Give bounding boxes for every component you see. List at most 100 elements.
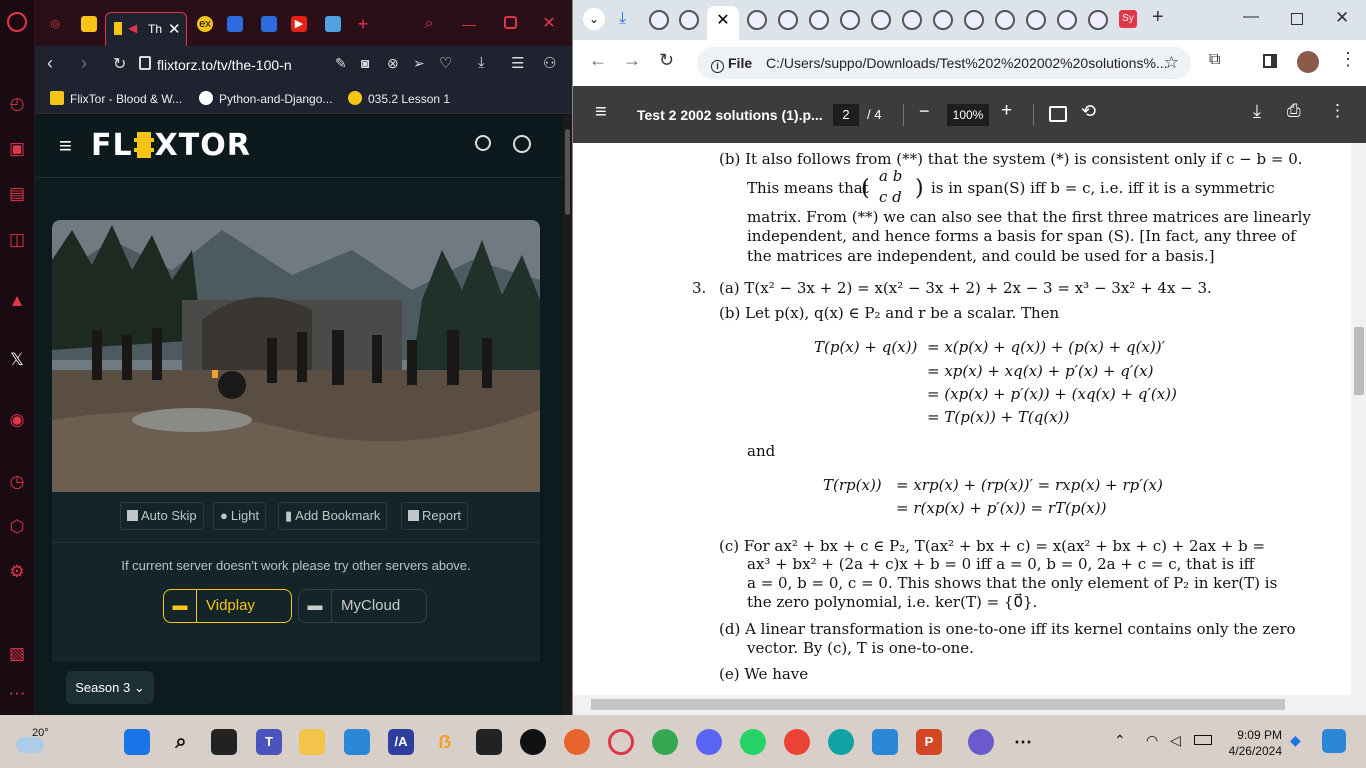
reload-icon[interactable]: ↻ [659, 50, 674, 71]
auto-skip-toggle[interactable]: Auto Skip [120, 502, 204, 530]
settings-icon[interactable]: ⚙ [5, 560, 29, 584]
github-desktop-icon[interactable] [520, 729, 546, 755]
powerpoint-icon[interactable]: P [916, 729, 942, 755]
speed-dial-icon[interactable]: ◴ [5, 92, 29, 116]
tab-search-icon[interactable]: ⌕ [421, 16, 437, 32]
tab-search-icon[interactable]: ⌄ [583, 8, 605, 30]
opera-active-tab[interactable]: ◀ Th ✕ [105, 12, 187, 46]
star-icon[interactable]: ☆ [1164, 47, 1179, 79]
volume-icon[interactable]: ◁ [1170, 732, 1181, 749]
tab-icon[interactable] [1088, 10, 1108, 30]
zoom-favicon-icon-2[interactable] [261, 16, 277, 32]
x-twitter-icon[interactable]: 𝕏 [5, 348, 29, 372]
pdf-vertical-scrollbar[interactable] [1351, 143, 1366, 695]
back-icon[interactable]: ‹ [47, 53, 53, 74]
gallery-icon[interactable]: ▧ [5, 642, 29, 666]
close-tab-icon[interactable]: ✕ [716, 12, 729, 29]
page-number-input[interactable]: 2 [833, 104, 859, 126]
tab-icon[interactable] [649, 10, 669, 30]
easy-setup-icon[interactable]: ☰ [511, 54, 524, 72]
heart-icon[interactable]: ♡ [439, 54, 452, 72]
opera-logo-icon[interactable] [7, 12, 27, 32]
camera-icon[interactable]: ◙ [361, 55, 369, 71]
menu-icon[interactable]: ≡ [59, 133, 72, 159]
teams-icon[interactable]: T [256, 729, 282, 755]
close-window-icon[interactable]: ✕ [1335, 8, 1349, 28]
aria-icon[interactable]: ◫ [5, 228, 29, 252]
weather-widget[interactable]: 20° [14, 727, 50, 755]
chrome-profile-icon[interactable] [784, 729, 810, 755]
ex-favicon-icon[interactable]: ex [197, 16, 213, 32]
clock[interactable]: 9:09 PM 4/26/2024 [1222, 727, 1282, 759]
zoom-favicon-icon[interactable] [227, 16, 243, 32]
file-explorer-icon[interactable] [299, 729, 325, 755]
close-window-icon[interactable]: ✕ [541, 16, 557, 32]
insider-build-icon[interactable] [1322, 729, 1346, 753]
gamepad-icon[interactable]: ◎ [47, 16, 63, 32]
light-toggle[interactable]: ● Light [213, 502, 267, 530]
twitch-icon[interactable]: ▤ [5, 182, 29, 206]
tab-icon[interactable] [747, 10, 767, 30]
print-icon[interactable]: ⎙ [1287, 101, 1301, 121]
tab-icon[interactable] [809, 10, 829, 30]
tab-icon[interactable] [778, 10, 798, 30]
zoom-in-icon[interactable]: + [1001, 100, 1012, 122]
fit-page-icon[interactable] [1049, 106, 1067, 122]
bookmark-flixtor[interactable]: FlixTor - Blood & W... [50, 91, 182, 106]
zoom-out-icon[interactable]: − [919, 101, 930, 122]
new-tab-icon[interactable]: + [355, 15, 371, 33]
side-panel-icon[interactable] [1263, 54, 1277, 68]
bookmark-github[interactable]: Python-and-Django... [199, 91, 332, 106]
pdf-horizontal-scrollbar[interactable] [573, 695, 1366, 715]
rotate-icon[interactable]: ⟲ [1081, 101, 1096, 122]
apps-icon[interactable]: ▲ [5, 289, 29, 313]
video-player[interactable] [52, 220, 540, 492]
pdf-more-icon[interactable]: ⋮ [1329, 101, 1346, 121]
store-icon[interactable] [344, 729, 370, 755]
player-icon[interactable]: ◉ [5, 408, 29, 432]
profile-icon[interactable]: ⚇ [543, 54, 556, 72]
tab-icon[interactable] [995, 10, 1015, 30]
forward-icon[interactable]: › [81, 53, 87, 74]
extensions-icon[interactable]: ⬡ [5, 515, 29, 539]
history-icon[interactable]: ◷ [5, 470, 29, 494]
battery-icon[interactable] [1194, 735, 1212, 745]
omnibox[interactable]: i File C:/Users/suppo/Downloads/Test%202%… [697, 47, 1191, 79]
copilot-icon[interactable] [968, 729, 994, 755]
opera-scrollbar[interactable] [563, 115, 572, 715]
tab-icon[interactable] [679, 10, 699, 30]
edge-icon[interactable] [828, 729, 854, 755]
more-apps-icon[interactable]: ⋯ [1010, 729, 1036, 755]
avatar[interactable] [1297, 51, 1319, 73]
edit-icon[interactable]: ✎ [335, 55, 347, 72]
sy-favicon-icon[interactable]: Sy [1119, 10, 1137, 28]
opera-taskbar-icon[interactable] [608, 729, 634, 755]
server-vidplay[interactable]: ▬ Vidplay [163, 589, 292, 623]
new-tab-icon[interactable]: + [1152, 6, 1164, 29]
pdf-viewer[interactable]: (b) It also follows from (**) that the s… [573, 143, 1366, 695]
extensions-icon[interactable]: ⧉ [1209, 51, 1220, 69]
whatsapp-icon[interactable] [740, 729, 766, 755]
pdf-menu-icon[interactable]: ≡ [595, 101, 607, 124]
tab-icon[interactable] [1057, 10, 1077, 30]
flixtor-logo[interactable]: FL XTOR [91, 128, 251, 163]
photos-icon[interactable] [872, 729, 898, 755]
tab-icon[interactable] [1026, 10, 1046, 30]
scroll-thumb[interactable] [1354, 327, 1364, 395]
speaker-icon[interactable]: ◀ [128, 21, 137, 35]
download-icon[interactable]: ⤓ [478, 54, 485, 71]
opera-url[interactable]: flixtorz.to/tv/the-100-n [157, 54, 322, 76]
coin-app-icon[interactable]: ẞ [432, 729, 458, 755]
tab-icon[interactable] [871, 10, 891, 30]
forward-icon[interactable]: → [623, 50, 641, 71]
block-icon[interactable]: ⊗ [387, 55, 399, 72]
chrome-active-tab[interactable]: ✕ [707, 6, 739, 40]
minimize-icon[interactable]: — [1243, 8, 1259, 26]
search-icon[interactable]: ⌕ [168, 729, 194, 755]
notification-bell-icon[interactable]: ◆ [1290, 732, 1301, 749]
add-bookmark-button[interactable]: ▮ Add Bookmark [278, 502, 388, 530]
download-tab-icon[interactable]: ⤓ [619, 10, 626, 28]
more-icon[interactable]: ⋯ [5, 682, 29, 706]
tab-favicon-icon[interactable] [81, 16, 97, 32]
season-dropdown[interactable]: Season 3 ⌄ [66, 671, 154, 704]
